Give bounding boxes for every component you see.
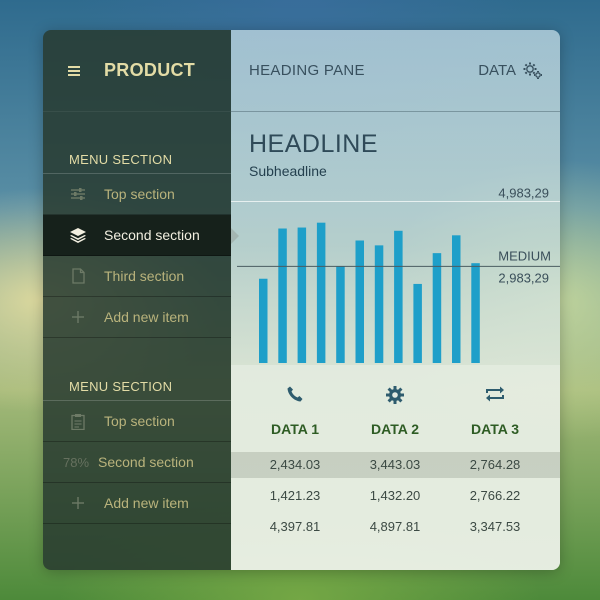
- sidebar-item-label: Top section: [104, 413, 175, 429]
- sidebar: PRODUCT MENU SECTION Top section Second …: [43, 30, 239, 570]
- chart-bar: [316, 222, 326, 363]
- column-icon-2: [340, 385, 450, 405]
- sidebar-item-label: Add new item: [104, 495, 189, 511]
- chart-bar: [471, 263, 480, 363]
- table-row[interactable]: 2,434.03 3,443.03 2,764.28: [231, 452, 560, 478]
- sidebar-item-top-section-2[interactable]: Top section: [43, 401, 231, 442]
- percent-indicator: 78%: [63, 454, 90, 470]
- menu-section-label: MENU SECTION: [69, 152, 173, 167]
- sidebar-item-label: Add new item: [104, 309, 189, 325]
- reference-name-medium: MEDIUM: [498, 248, 551, 263]
- column-icon-3: [440, 385, 550, 403]
- pane-header: HEADING PANE DATA: [231, 30, 560, 112]
- chart-bar: [336, 266, 345, 363]
- hamburger-menu-icon[interactable]: [68, 65, 80, 76]
- chart-bar: [394, 230, 403, 363]
- plus-icon: [69, 494, 87, 512]
- chart-bar: [259, 278, 268, 363]
- column-header-data-2: DATA 2: [371, 421, 419, 437]
- chart-bar: [355, 240, 364, 363]
- data-settings-button[interactable]: DATA: [478, 61, 544, 81]
- chart-bar: [452, 235, 461, 363]
- sidebar-item-second-section-2[interactable]: 78% Second section: [43, 442, 231, 483]
- brand-bar: PRODUCT: [43, 30, 231, 112]
- chart-bar: [413, 283, 422, 363]
- main-pane: HEADING PANE DATA HEADLINE Subheadline 4…: [231, 30, 560, 570]
- table-cell: 4,397.81: [269, 519, 321, 534]
- table-cell: 4,897.81: [369, 519, 421, 534]
- table-cell: 2,764.28: [469, 457, 521, 472]
- chart-bar: [432, 253, 442, 363]
- document-icon: [69, 267, 87, 285]
- bar-chart: 4,983,29 MEDIUM 2,983,29: [231, 186, 560, 363]
- sliders-icon: [69, 185, 87, 203]
- clipboard-icon: [69, 412, 87, 430]
- chart-bar: [278, 228, 287, 363]
- column-header-data-3: DATA 3: [471, 421, 519, 437]
- gears-icon: [523, 62, 542, 79]
- table-cell: 3,347.53: [469, 519, 521, 534]
- chart-bar: [297, 227, 307, 363]
- brand-title: PRODUCT: [104, 60, 196, 80]
- sidebar-item-label: Third section: [104, 268, 185, 284]
- table-cell: 1,421.23: [269, 488, 321, 503]
- subheadline: Subheadline: [249, 163, 327, 179]
- table-cell: 1,432.20: [369, 488, 421, 503]
- table-cell: 2,434.03: [269, 457, 321, 472]
- gear-icon: [386, 386, 404, 404]
- reference-label-medium: 2,983,29: [498, 270, 549, 285]
- headline: HEADLINE: [249, 130, 379, 158]
- table-cell: 2,766.22: [469, 488, 521, 503]
- sidebar-item-top-section[interactable]: Top section: [43, 174, 231, 215]
- app-window: PRODUCT MENU SECTION Top section Second …: [43, 30, 560, 570]
- table-cell: 3,443.03: [369, 457, 421, 472]
- column-icon-1: [240, 385, 350, 403]
- sidebar-item-label: Top section: [104, 186, 175, 202]
- sidebar-item-label: Second section: [98, 454, 194, 470]
- layers-icon: [69, 226, 87, 244]
- plus-icon: [69, 308, 87, 326]
- sidebar-item-label: Second section: [104, 227, 200, 243]
- chart-bar: [374, 245, 384, 363]
- menu-section-label: MENU SECTION: [69, 379, 173, 394]
- table-row[interactable]: 1,421.23 1,432.20 2,766.22: [231, 483, 560, 509]
- reference-label-high: 4,983,29: [498, 186, 549, 201]
- sidebar-item-add-new-item[interactable]: Add new item: [43, 297, 231, 338]
- column-header-data-1: DATA 1: [271, 421, 319, 437]
- table-row[interactable]: 4,397.81 4,897.81 3,347.53: [231, 514, 560, 540]
- phone-icon: [287, 386, 303, 402]
- sidebar-item-third-section[interactable]: Third section: [43, 256, 231, 297]
- repeat-icon: [486, 386, 504, 402]
- sidebar-item-add-new-item-2[interactable]: Add new item: [43, 483, 231, 524]
- data-label: DATA: [478, 62, 516, 79]
- pane-title: HEADING PANE: [249, 62, 365, 79]
- sidebar-item-second-section[interactable]: Second section: [43, 215, 239, 256]
